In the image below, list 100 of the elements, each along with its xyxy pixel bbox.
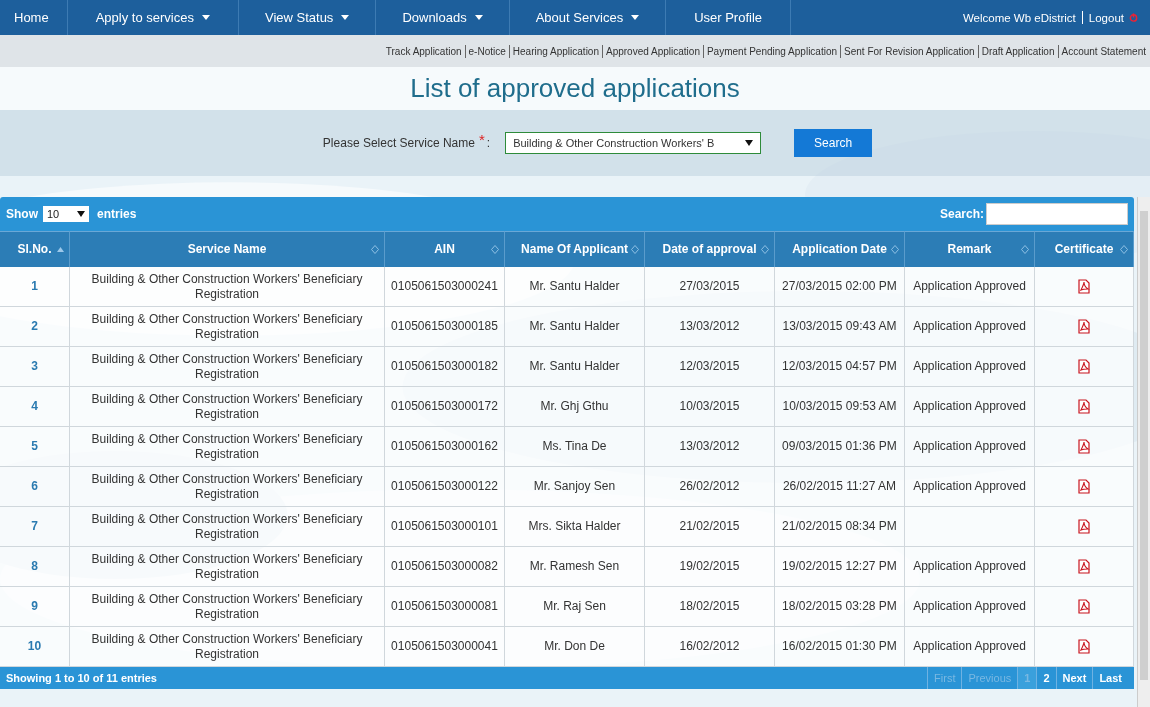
- table-cell: Building & Other Construction Workers' Beneficiary Registration: [70, 307, 385, 347]
- column-header[interactable]: Remark: [905, 231, 1035, 267]
- logout-link[interactable]: Logout: [1088, 0, 1124, 35]
- page-size-select[interactable]: 10: [43, 206, 89, 222]
- pdf-icon[interactable]: [1077, 639, 1091, 654]
- sub-nav-link[interactable]: Sent For Revision Application: [841, 45, 978, 57]
- search-label: Search:: [939, 207, 984, 221]
- table-cell: Application Approved: [905, 307, 1035, 347]
- table-cell: 0105061503000122: [385, 467, 505, 507]
- table-cell: Ms. Tina De: [505, 427, 645, 467]
- entries-info: Showing 1 to 10 of 11 entries: [6, 672, 157, 684]
- pdf-icon[interactable]: [1077, 439, 1091, 454]
- table-cell: 13/03/2012: [645, 427, 775, 467]
- table-cell: Application Approved: [905, 467, 1035, 507]
- table-cell: 12/03/2015 04:57 PM: [775, 347, 905, 387]
- row-number: 4: [0, 387, 70, 427]
- pdf-icon[interactable]: [1077, 519, 1091, 534]
- sub-nav-link[interactable]: Hearing Application: [509, 45, 602, 57]
- table-cell: Mr. Santu Halder: [505, 347, 645, 387]
- table-cell: 21/02/2015 08:34 PM: [775, 507, 905, 547]
- table-cell: Mr. Raj Sen: [505, 587, 645, 627]
- table-cell: Application Approved: [905, 267, 1035, 307]
- colon-text: :: [486, 136, 491, 150]
- table-cell: Application Approved: [905, 347, 1035, 387]
- row-number: 9: [0, 587, 70, 627]
- table-cell: Mr. Santu Halder: [505, 307, 645, 347]
- table-cell: 09/03/2015 01:36 PM: [775, 427, 905, 467]
- column-header[interactable]: Application Date: [775, 231, 905, 267]
- welcome-text: Welcome Wb eDistrict: [962, 10, 1076, 26]
- row-number: 8: [0, 547, 70, 587]
- entries-label: entries: [97, 207, 137, 221]
- table-cell: 13/03/2015 09:43 AM: [775, 307, 905, 347]
- table-cell: 0105061503000081: [385, 587, 505, 627]
- row-number: 6: [0, 467, 70, 507]
- sub-nav-link[interactable]: Account Statement: [1058, 45, 1149, 57]
- table-cell: Building & Other Construction Workers' Beneficiary Registration: [70, 507, 385, 547]
- table-cell: Mr. Ghj Gthu: [505, 387, 645, 427]
- table-cell: 19/02/2015: [645, 547, 775, 587]
- table-cell: 26/02/2015 11:27 AM: [775, 467, 905, 507]
- sub-nav-link[interactable]: Approved Application: [603, 45, 703, 57]
- pagination-button[interactable]: Last: [1092, 667, 1128, 689]
- sub-nav-link[interactable]: Payment Pending Application: [703, 45, 841, 57]
- column-header[interactable]: Certificate: [1035, 231, 1134, 267]
- pdf-icon[interactable]: [1077, 399, 1091, 414]
- table-cell: 0105061503000241: [385, 267, 505, 307]
- table-cell: 0105061503000082: [385, 547, 505, 587]
- table-cell: 0105061503000182: [385, 347, 505, 387]
- show-label: Show: [6, 207, 38, 221]
- row-number: 5: [0, 427, 70, 467]
- column-header[interactable]: AIN: [385, 231, 505, 267]
- row-number: 7: [0, 507, 70, 547]
- search-field[interactable]: [986, 203, 1128, 225]
- table-cell: Building & Other Construction Workers' Beneficiary Registration: [70, 587, 385, 627]
- column-header[interactable]: Name Of Applicant: [505, 231, 645, 267]
- table-cell: 0105061503000185: [385, 307, 505, 347]
- pdf-icon[interactable]: [1077, 319, 1091, 334]
- table-cell: Application Approved: [905, 387, 1035, 427]
- table-cell: Application Approved: [905, 547, 1035, 587]
- table-cell: 10/03/2015: [645, 387, 775, 427]
- service-select[interactable]: Building & Other Construction Workers' B: [505, 132, 762, 154]
- table-cell: 0105061503000101: [385, 507, 505, 547]
- table-cell: 10/03/2015 09:53 AM: [775, 387, 905, 427]
- column-header[interactable]: Sl.No.: [0, 231, 70, 267]
- sub-nav-link[interactable]: Track Application: [382, 45, 465, 57]
- table-cell: 0105061503000172: [385, 387, 505, 427]
- sub-nav-link[interactable]: Draft Application: [978, 45, 1058, 57]
- power-icon: [1129, 13, 1138, 22]
- table-cell: 21/02/2015: [645, 507, 775, 547]
- pdf-icon[interactable]: [1077, 279, 1091, 294]
- table-cell: Building & Other Construction Workers' Beneficiary Registration: [70, 387, 385, 427]
- table-cell: 19/02/2015 12:27 PM: [775, 547, 905, 587]
- row-number: 1: [0, 267, 70, 307]
- sub-nav-link[interactable]: e-Notice: [465, 45, 509, 57]
- field-label: Please Select Service Name: [322, 136, 475, 150]
- table-cell: 13/03/2012: [645, 307, 775, 347]
- page-title: List of approved applications: [0, 67, 1150, 110]
- table-cell: Building & Other Construction Workers' Beneficiary Registration: [70, 547, 385, 587]
- table-cell: Mr. Santu Halder: [505, 267, 645, 307]
- table-cell: Application Approved: [905, 587, 1035, 627]
- scrollbar[interactable]: [1137, 197, 1150, 707]
- table-cell: Building & Other Construction Workers' Beneficiary Registration: [70, 267, 385, 307]
- pdf-icon[interactable]: [1077, 559, 1091, 574]
- table-cell: Building & Other Construction Workers' Beneficiary Registration: [70, 467, 385, 507]
- table-cell: 27/03/2015 02:00 PM: [775, 267, 905, 307]
- pdf-icon[interactable]: [1077, 359, 1091, 374]
- pdf-icon[interactable]: [1077, 599, 1091, 614]
- search-button[interactable]: Search: [794, 129, 873, 157]
- table-cell: 18/02/2015: [645, 587, 775, 627]
- table-cell: Mr. Sanjoy Sen: [505, 467, 645, 507]
- table-cell: Building & Other Construction Workers' Beneficiary Registration: [70, 427, 385, 467]
- required-mark: *: [478, 130, 485, 148]
- table-cell: Mr. Ramesh Sen: [505, 547, 645, 587]
- column-header[interactable]: Service Name: [70, 231, 385, 267]
- column-header[interactable]: Date of approval: [645, 231, 775, 267]
- pagination-button[interactable]: Next: [1055, 667, 1093, 689]
- pagination-button[interactable]: 2: [1036, 667, 1056, 689]
- pdf-icon[interactable]: [1077, 479, 1091, 494]
- table-cell: 26/02/2012: [645, 467, 775, 507]
- table-cell: 0105061503000162: [385, 427, 505, 467]
- row-number: 2: [0, 307, 70, 347]
